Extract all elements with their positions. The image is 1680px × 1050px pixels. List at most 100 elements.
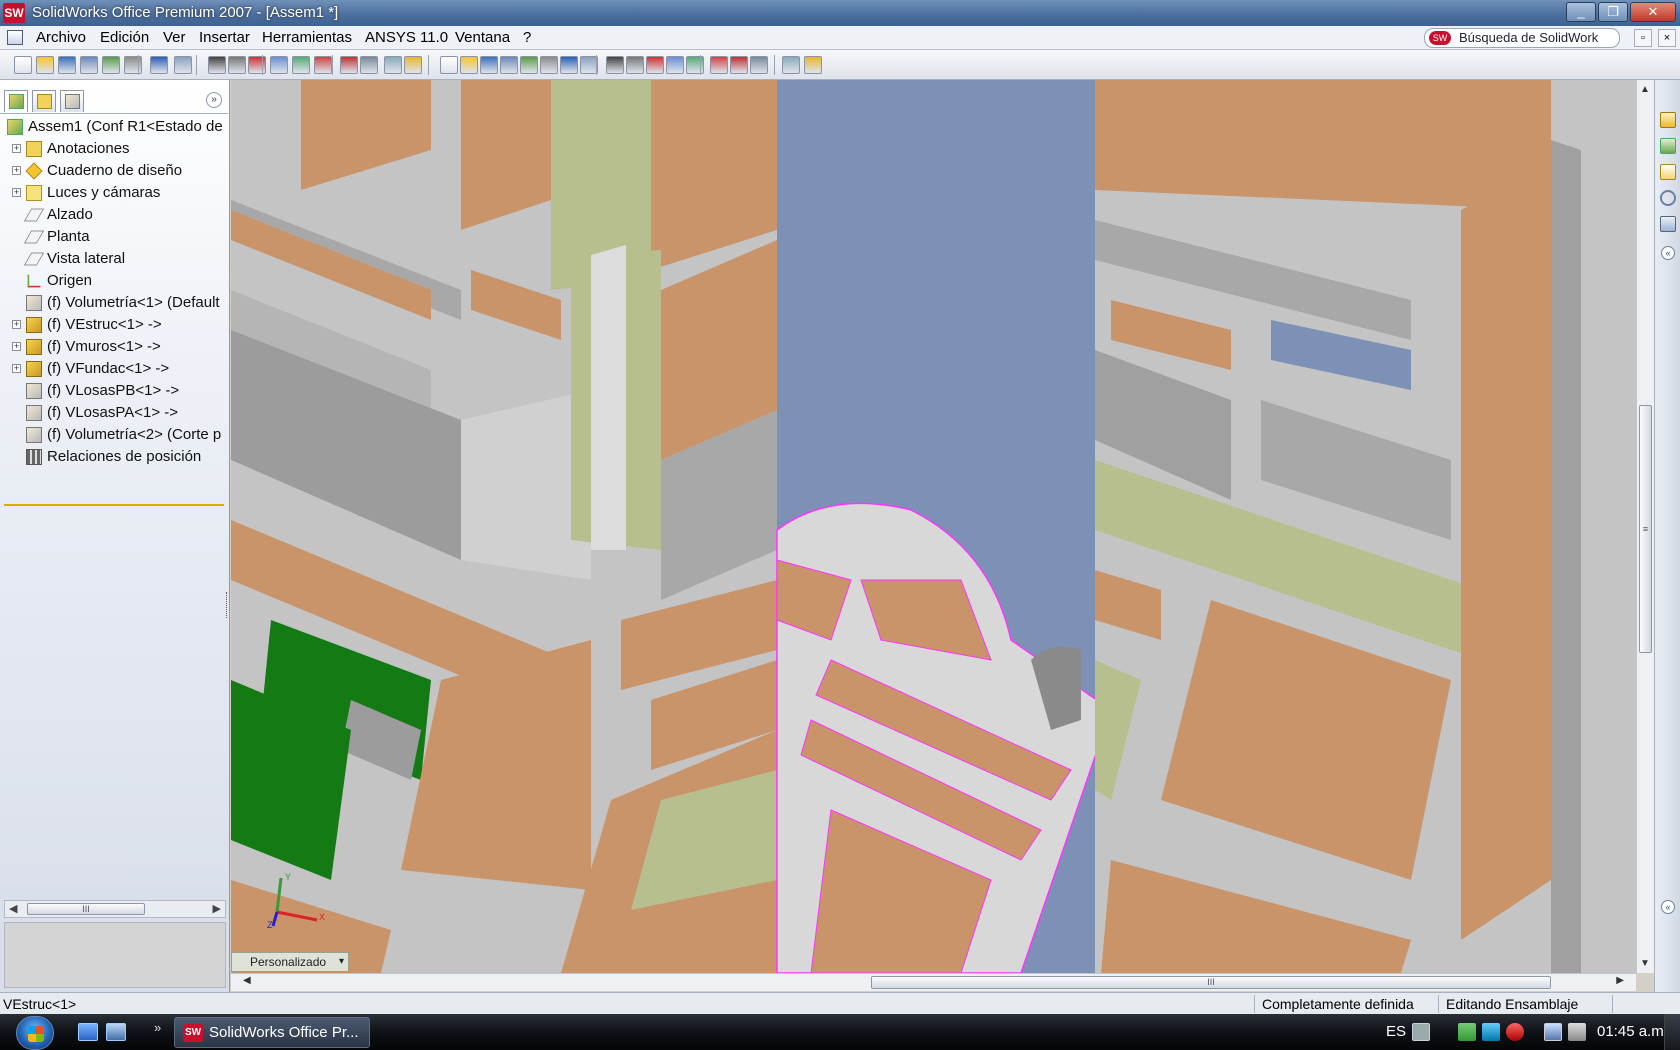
minimize-button[interactable]: _: [1566, 2, 1596, 22]
hidden-lines-icon[interactable]: [626, 56, 644, 74]
view-dropdown-icon[interactable]: ▾: [339, 953, 344, 971]
rebuild-icon[interactable]: [248, 56, 266, 74]
options-icon[interactable]: [102, 56, 120, 74]
switch-windows-icon[interactable]: [106, 1023, 126, 1041]
menu-insertar[interactable]: Insertar: [199, 29, 250, 46]
tree-expand-icon[interactable]: +: [12, 342, 21, 351]
start-orb-icon[interactable]: [16, 1016, 54, 1050]
tree-item[interactable]: + Cuaderno de diseño: [0, 160, 228, 182]
document-icon[interactable]: [7, 30, 23, 45]
menu-ventana[interactable]: Ventana: [455, 29, 510, 46]
close-button[interactable]: ✕: [1630, 2, 1676, 22]
tree-item[interactable]: Origen: [0, 270, 228, 292]
insert-component-icon[interactable]: [292, 56, 310, 74]
3d-model-view[interactable]: [231, 80, 1636, 973]
photoworks-icon[interactable]: [782, 56, 800, 74]
menu-edicion[interactable]: Edición: [100, 29, 149, 46]
rotate-icon[interactable]: [520, 56, 538, 74]
show-desktop-button[interactable]: [1664, 1014, 1680, 1050]
quick-launch-more-icon[interactable]: »: [154, 1020, 161, 1035]
properties-icon[interactable]: [384, 56, 402, 74]
redo-icon[interactable]: [174, 56, 192, 74]
shadows-icon[interactable]: [710, 56, 728, 74]
scroll-left-icon[interactable]: ◀: [9, 902, 17, 915]
scroll-right-icon[interactable]: ▶: [213, 902, 221, 915]
open-icon[interactable]: [36, 56, 54, 74]
tree-item[interactable]: + Luces y cámaras: [0, 182, 228, 204]
menu-herramientas[interactable]: Herramientas: [262, 29, 352, 46]
file-explorer-icon[interactable]: [1660, 164, 1676, 180]
volume-icon[interactable]: [1568, 1023, 1586, 1041]
realview-icon[interactable]: [730, 56, 748, 74]
doc-close-button[interactable]: ×: [1658, 29, 1676, 47]
grid-icon[interactable]: [270, 56, 288, 74]
hidden-removed-icon[interactable]: [646, 56, 664, 74]
menu-ansys[interactable]: ANSYS 11.0: [365, 29, 448, 46]
solidworks-resources-icon[interactable]: [1660, 112, 1676, 128]
tree-item[interactable]: + (f) VFundac<1> ->: [0, 358, 228, 380]
collapse-pane-icon[interactable]: «: [1661, 900, 1675, 914]
view-palette-icon[interactable]: [1660, 216, 1676, 232]
taskbar-button-solidworks[interactable]: SW SolidWorks Office Pr...: [174, 1017, 370, 1048]
section-view-icon[interactable]: [360, 56, 378, 74]
print-icon[interactable]: [124, 56, 142, 74]
tree-item[interactable]: + Anotaciones: [0, 138, 228, 160]
tree-item[interactable]: Relaciones de posición: [0, 446, 228, 468]
print-preview-icon[interactable]: [80, 56, 98, 74]
3d-drawing-icon[interactable]: [560, 56, 578, 74]
shaded-icon[interactable]: [686, 56, 704, 74]
keyboard-icon[interactable]: [1412, 1023, 1430, 1041]
tree-expand-icon[interactable]: +: [12, 166, 21, 175]
help-icon[interactable]: [404, 56, 422, 74]
view-orientation-label[interactable]: Personalizado ▾: [231, 952, 349, 972]
tree-rollback-bar[interactable]: [4, 504, 224, 506]
tree-item[interactable]: Planta: [0, 226, 228, 248]
tree-item[interactable]: + (f) VEstruc<1> ->: [0, 314, 228, 336]
zoom-selection-icon[interactable]: [500, 56, 518, 74]
graphics-vertical-scrollbar[interactable]: ▲ ≡ ▼: [1636, 80, 1654, 973]
display-style-icon[interactable]: [340, 56, 358, 74]
scroll-right-icon[interactable]: ▶: [1616, 975, 1624, 986]
tree-item[interactable]: Vista lateral: [0, 248, 228, 270]
save-icon[interactable]: [58, 56, 76, 74]
tree-expand-icon[interactable]: +: [12, 364, 21, 373]
tree-item[interactable]: (f) VLosasPA<1> ->: [0, 402, 228, 424]
zoom-in-out-icon[interactable]: [480, 56, 498, 74]
search-input[interactable]: SW Búsqueda de SolidWork: [1424, 28, 1620, 48]
graphics-area[interactable]: Y X Z Personalizado ▾: [231, 80, 1636, 973]
clock[interactable]: 01:45 a.m.: [1597, 1023, 1668, 1040]
appearance-icon[interactable]: [750, 56, 768, 74]
scroll-thumb[interactable]: III: [27, 903, 145, 915]
propertymanager-tab[interactable]: [32, 90, 56, 112]
zoom-area-icon[interactable]: [460, 56, 478, 74]
collapse-pane-icon[interactable]: «: [1661, 246, 1675, 260]
configurationmanager-tab[interactable]: [60, 90, 84, 112]
undo-icon[interactable]: [150, 56, 168, 74]
network-icon[interactable]: [1458, 1023, 1476, 1041]
model-wood-panel[interactable]: [1461, 160, 1551, 940]
smart-dimension-icon[interactable]: [228, 56, 246, 74]
scroll-up-icon[interactable]: ▲: [1640, 84, 1650, 95]
search-icon[interactable]: [1660, 190, 1676, 206]
new-icon[interactable]: [14, 56, 32, 74]
language-indicator[interactable]: ES: [1386, 1023, 1406, 1040]
menu-archivo[interactable]: Archivo: [36, 29, 86, 46]
update-icon[interactable]: [1482, 1023, 1500, 1041]
restore-button[interactable]: ❐: [1598, 2, 1628, 22]
model-column[interactable]: [1551, 140, 1581, 973]
expand-panel-icon[interactable]: »: [206, 92, 222, 108]
mate-icon[interactable]: [314, 56, 332, 74]
design-library-icon[interactable]: [1660, 138, 1676, 154]
zoom-fit-icon[interactable]: [440, 56, 458, 74]
doc-restore-button[interactable]: ▫: [1634, 29, 1652, 47]
vscroll-thumb[interactable]: ≡: [1639, 405, 1652, 653]
menu-ver[interactable]: Ver: [163, 29, 186, 46]
model-wood-panel[interactable]: [1095, 80, 1551, 210]
hscroll-thumb[interactable]: III: [871, 976, 1551, 989]
menu-help[interactable]: ?: [523, 29, 531, 46]
scroll-left-icon[interactable]: ◀: [243, 975, 251, 986]
tree-root-assembly[interactable]: Assem1 (Conf R1<Estado de: [0, 116, 228, 138]
tree-expand-icon[interactable]: +: [12, 144, 21, 153]
pan-icon[interactable]: [540, 56, 558, 74]
panel-splitter[interactable]: [224, 592, 230, 618]
